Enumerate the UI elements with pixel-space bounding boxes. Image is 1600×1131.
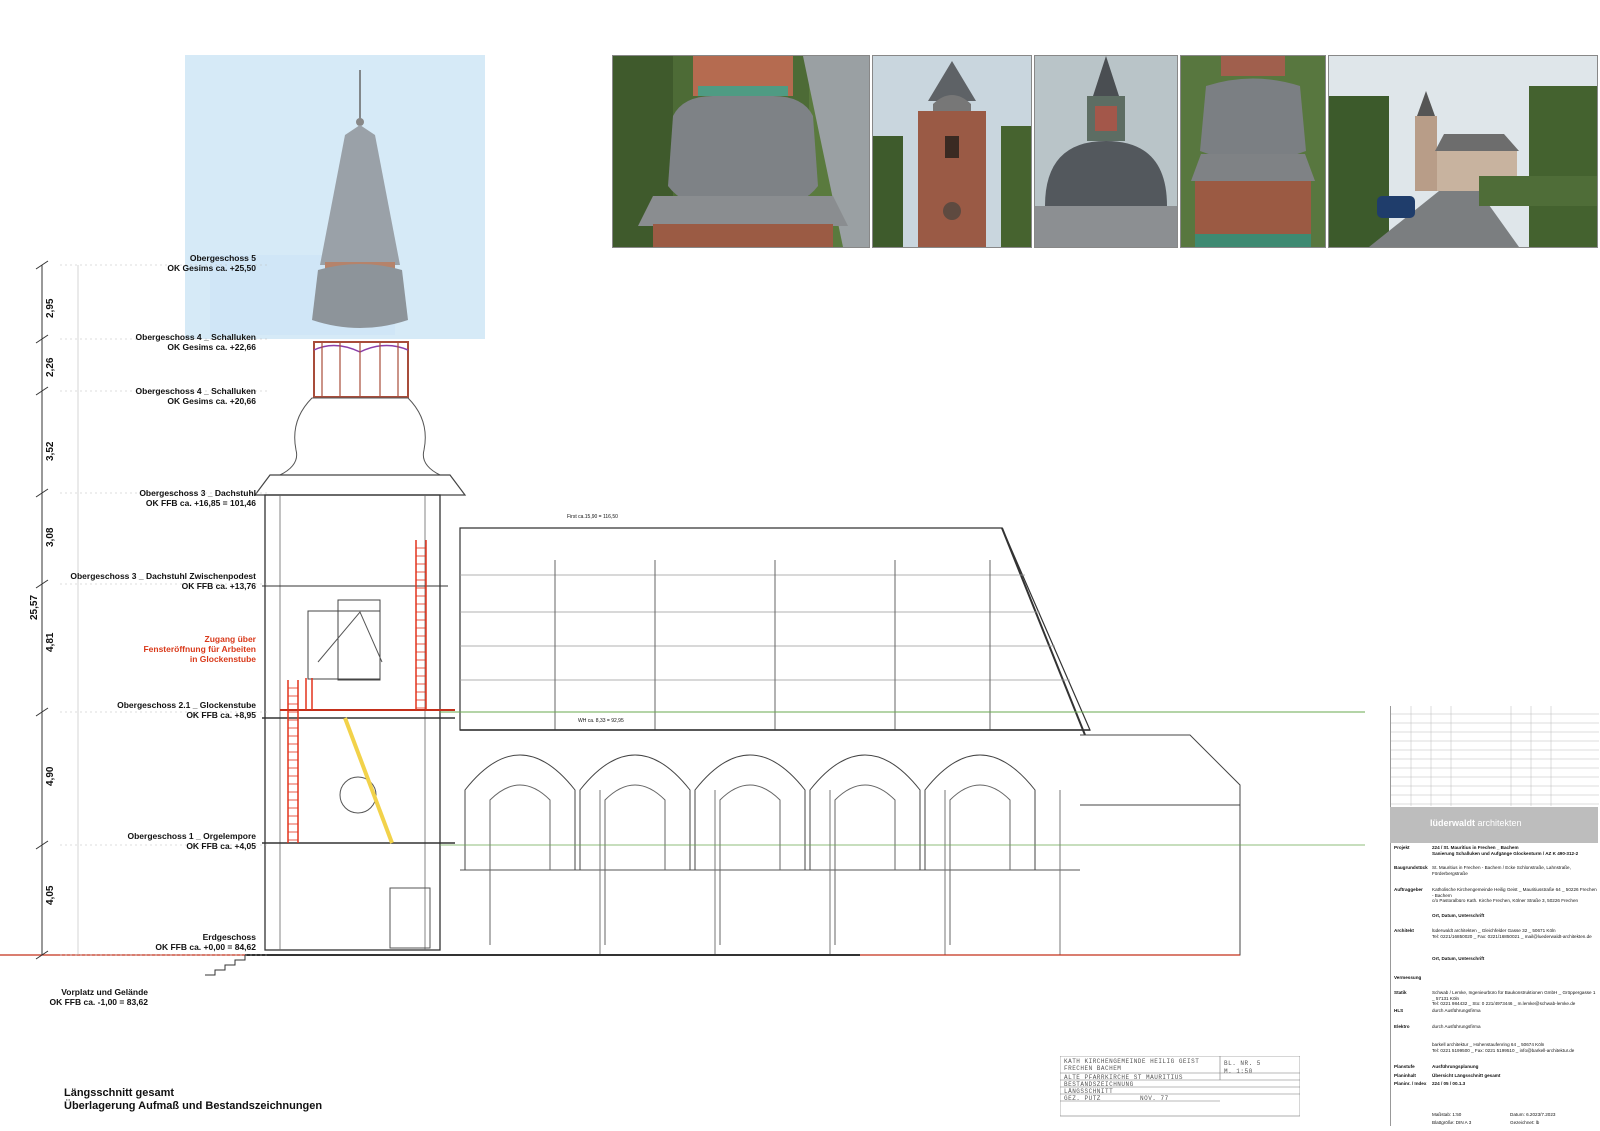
ground-note: Vorplatz und Gelände OK FFB ca. -1,00 = 8… <box>49 987 148 1007</box>
title-block-value: St. Mauritius in Frechen - Bachem / Ecke… <box>1432 865 1598 876</box>
stamp-sheet-number: BL. NR. 5 <box>1224 1060 1261 1067</box>
title-block-key: Planstufe <box>1394 1064 1415 1069</box>
title-block-value: lüderwaldt architekten _ Gleichfelder Ga… <box>1432 928 1598 939</box>
level-label: Obergeschoss 4 _ Schalluken OK Gesims ca.… <box>135 332 256 352</box>
stamp-line: NOV. 77 <box>1140 1095 1169 1102</box>
title-block-value-line: Ort, Datum, Unterschrift <box>1432 956 1485 961</box>
title-block-key: Statik <box>1394 990 1407 995</box>
stamp-line: LÄNGSSCHNITT <box>1064 1088 1114 1095</box>
stamp-line: BESTANDSZEICHNUNG <box>1064 1081 1134 1088</box>
title-block-value-line: Sanierung Schalluken und Aufgänge Glocke… <box>1432 850 1579 856</box>
title-block-value-line: St. Mauritius in Frechen - Bachem / Ecke… <box>1432 865 1571 876</box>
dimension-value: 2,95 <box>45 298 56 318</box>
level-label: Obergeschoss 2.1 _ Glockenstube OK FFB ca… <box>117 700 256 720</box>
title-block-value: Ort, Datum, Unterschrift <box>1432 956 1598 962</box>
title-block-value-line: Tel: 0221 5199500 _ Fax: 0221 5199510 _ … <box>1432 1047 1575 1053</box>
dimension-value: 2,26 <box>45 357 56 377</box>
title-block-value-line: c/o Pastoralbüro Kath. Kirche Frechen, K… <box>1432 898 1579 903</box>
title-block-value-line: Ausführungsplanung <box>1432 1064 1479 1069</box>
title-block-key: Projekt <box>1394 845 1410 850</box>
revision-grid <box>1391 706 1599 806</box>
dimension-value: 4,90 <box>45 766 56 786</box>
sheet-title-line2: Überlagerung Aufmaß und Bestandszeichnun… <box>64 1100 323 1112</box>
ridge-label: First ca.15,90 = 116,50 <box>567 514 618 520</box>
title-block-value-line: durch Ausführungsfirma <box>1432 1024 1481 1029</box>
title-block-value: 224 / 05 / 00.1.3 <box>1432 1081 1598 1087</box>
level-label: Obergeschoss 3 _ Dachstuhl OK FFB ca. +16… <box>139 488 256 508</box>
title-block-value-line: Schwab / Lemke, Ingenieurbüro für Baukon… <box>1432 990 1596 1001</box>
nave-window <box>834 784 896 945</box>
stamp-line: GEZ. PUTZ <box>1064 1095 1101 1102</box>
title-block-value: Katholische Kirchengemeinde Heilig Geist… <box>1432 887 1598 904</box>
title-block-key: Planinr. / Index <box>1394 1081 1427 1086</box>
firm-name: lüderwaldt <box>1430 818 1476 828</box>
title-block-value: barkell architektur _ Hohenstaufenring 6… <box>1432 1042 1598 1053</box>
legacy-title-stamp: KATH KIRCHENGEMEINDE HEILIG GEIST FRECHE… <box>1060 1056 1300 1122</box>
level-label: Obergeschoss 3 _ Dachstuhl Zwischenpodes… <box>70 571 256 591</box>
stamp-line: ALTE PFARRKIRCHE ST MAURITIUS <box>1064 1074 1183 1081</box>
title-block-value: Ausführungsplanung <box>1432 1064 1598 1070</box>
nave-arch <box>464 754 576 870</box>
title-block-value: durch Ausführungsfirma <box>1432 1024 1598 1030</box>
level-label: Obergeschoss 1 _ Orgelempore OK FFB ca. +… <box>127 831 257 851</box>
nave-arch <box>579 754 691 870</box>
stamp-scale: M. 1:50 <box>1224 1068 1253 1075</box>
nave-window <box>604 784 666 945</box>
drawing-sheet: Obergeschoss 5 OK Gesims ca. +25,50 Oberg… <box>0 0 1600 1131</box>
firm-bar: lüderwaldt architekten <box>1390 807 1598 843</box>
dimension-value: 4,81 <box>45 632 56 652</box>
title-block-value: 224 / St. Mauritius in Frechen _ Bachem S… <box>1432 845 1598 856</box>
title-block-value-line: Tel: 0221/16850020 _ Fax: 0221/16850021 … <box>1432 933 1592 939</box>
title-block-key: Baugrundstück <box>1394 865 1428 870</box>
title-block-value-line: Tel: 0221 984432 _ Sto: 0 221/4973446 _ … <box>1432 1001 1576 1006</box>
sheet-title: Längsschnitt gesamt Überlagerung Aufmaß … <box>64 1087 322 1113</box>
level-label: Obergeschoss 4 _ Schalluken OK Gesims ca.… <box>135 386 256 406</box>
title-block-value-line: 224 / 05 / 00.1.3 <box>1432 1081 1466 1086</box>
title-block-value: durch Ausführungsfirma <box>1432 1008 1598 1014</box>
nave-window <box>949 784 1011 945</box>
nave-window <box>719 784 781 945</box>
sheet-title-line1: Längsschnitt gesamt <box>64 1087 175 1099</box>
nave-arch <box>924 754 1036 870</box>
dimension-value: 3,52 <box>45 441 56 461</box>
stamp-line: FRECHEN BACHEM <box>1064 1065 1122 1072</box>
title-block-value: Ort, Datum, Unterschrift <box>1432 913 1598 919</box>
tb-date: Datum: 6.2023/7.2023 <box>1510 1112 1556 1117</box>
eaves-label: WH ca. 8,33 = 92,95 <box>578 718 624 724</box>
title-block-key: HLS <box>1394 1008 1404 1013</box>
title-block-value: Schwab / Lemke, Ingenieurbüro für Baukon… <box>1432 990 1598 1007</box>
dimension-value: 4,05 <box>45 885 56 905</box>
title-block-value: Übersicht Längsschnitt gesamt <box>1432 1073 1598 1079</box>
tb-drawn: Gezeichnet: lb <box>1510 1120 1540 1125</box>
level-label: Erdgeschoss OK FFB ca. +0,00 = 84,62 <box>155 932 256 952</box>
title-block-key: Planinhalt <box>1394 1073 1416 1078</box>
nave-window <box>489 784 551 945</box>
longitudinal-section-drawing <box>0 55 1365 976</box>
firm-suffix: architekten <box>1475 818 1522 828</box>
stamp-line: KATH KIRCHENGEMEINDE HEILIG GEIST <box>1064 1058 1200 1065</box>
nave-arch <box>809 754 921 870</box>
level-label: Obergeschoss 5 OK Gesims ca. +25,50 <box>167 253 256 273</box>
total-height-dimension: 25,57 <box>29 594 40 620</box>
title-block-value-line: Katholische Kirchengemeinde Heilig Geist… <box>1432 887 1597 898</box>
title-block-key: Auftraggeber <box>1394 887 1423 892</box>
title-block-key: Architekt <box>1394 928 1414 933</box>
access-note: Zugang über Fensteröffnung für Arbeiten in… <box>143 634 256 664</box>
title-block-key: Elektro <box>1394 1024 1410 1029</box>
nave-arch <box>694 754 806 870</box>
dimension-value: 3,08 <box>45 527 56 547</box>
title-block-value-line: durch Ausführungsfirma <box>1432 1008 1481 1013</box>
title-block-value-line: Ort, Datum, Unterschrift <box>1432 913 1485 918</box>
title-block-value-line: Übersicht Längsschnitt gesamt <box>1432 1073 1501 1078</box>
title-block-key: Vermessung <box>1394 975 1422 980</box>
